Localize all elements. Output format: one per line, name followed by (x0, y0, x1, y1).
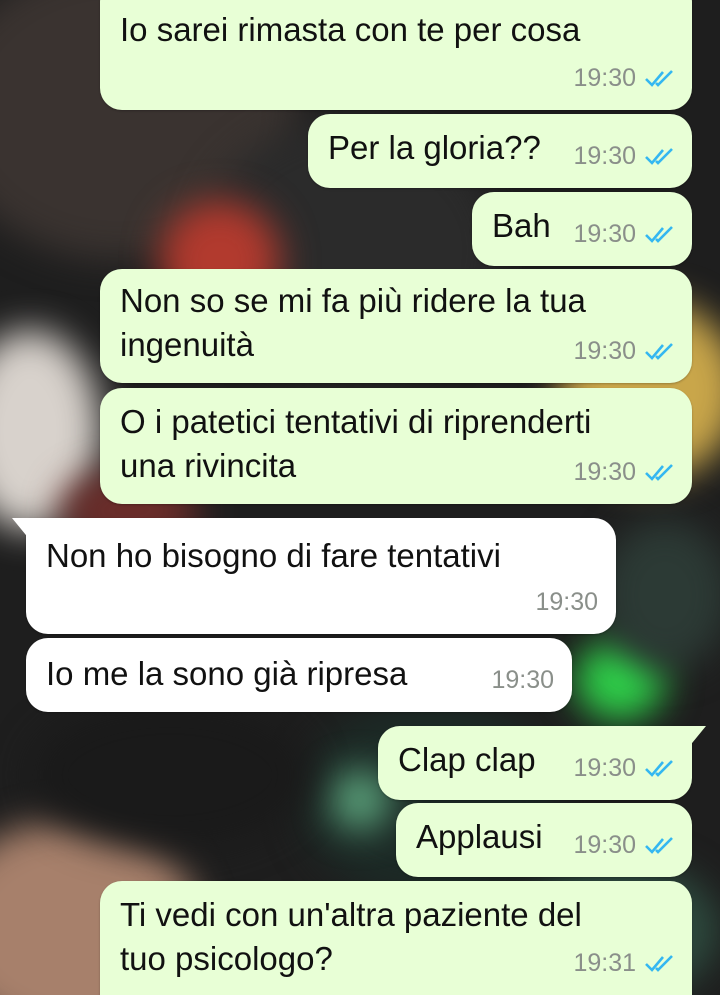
message-time: 19:30 (573, 220, 636, 248)
message-text: Io me la sono già ripresa (46, 655, 408, 692)
message-text: Io sarei rimasta con te per cosa (120, 11, 581, 48)
double-check-read-icon (645, 148, 673, 165)
message-bubble-outgoing[interactable]: Clap clap 19:30 (378, 726, 706, 800)
double-check-read-icon (645, 837, 673, 854)
message-text-line: Ti vedi con un'altra paziente del (120, 896, 582, 933)
message-time: 19:30 (573, 458, 636, 486)
double-check-read-icon (645, 343, 673, 360)
bubble-tail (12, 518, 30, 540)
message-time: 19:30 (573, 142, 636, 170)
message-bubble-outgoing[interactable]: Bah 19:30 (472, 192, 692, 266)
message-meta: 19:30 (573, 329, 676, 373)
double-check-read-icon (645, 760, 673, 777)
bubble-tail (688, 726, 706, 748)
message-meta: 19:30 (535, 580, 598, 624)
message-time: 19:30 (491, 666, 554, 694)
message-bubble-outgoing[interactable]: Ti vedi con un'altra paziente del tuo ps… (100, 881, 692, 995)
message-text-line: Non so se mi fa più ridere la tua (120, 282, 586, 319)
message-bubble-incoming[interactable]: Non ho bisogno di fare tentativi 19:30 (12, 518, 616, 634)
message-time: 19:30 (535, 588, 598, 616)
double-check-read-icon (645, 464, 673, 481)
message-meta: 19:30 (491, 658, 554, 702)
message-text-line: O i patetici tentativi di riprenderti (120, 403, 592, 440)
double-check-read-icon (645, 70, 673, 87)
message-bubble-outgoing[interactable]: Non so se mi fa più ridere la tua ingenu… (100, 269, 692, 383)
message-bubble-outgoing[interactable]: Io sarei rimasta con te per cosa 19:30 (100, 0, 692, 110)
message-bubble-outgoing[interactable]: Per la gloria?? 19:30 (308, 114, 692, 188)
message-meta: 19:30 (573, 450, 676, 494)
message-meta: 19:30 (573, 56, 676, 100)
message-meta: 19:30 (573, 823, 676, 867)
message-bubble-outgoing[interactable]: Applausi 19:30 (396, 803, 692, 877)
message-meta: 19:31 (573, 941, 676, 985)
message-time: 19:30 (573, 337, 636, 365)
message-bubble-outgoing[interactable]: O i patetici tentativi di riprenderti un… (100, 388, 692, 504)
double-check-read-icon (645, 226, 673, 243)
message-meta: 19:30 (573, 134, 676, 178)
message-time: 19:31 (573, 949, 636, 977)
message-time: 19:30 (573, 754, 636, 782)
message-bubble-incoming[interactable]: Io me la sono già ripresa 19:30 (26, 638, 572, 712)
message-meta: 19:30 (573, 212, 676, 256)
double-check-read-icon (645, 955, 673, 972)
message-time: 19:30 (573, 64, 636, 92)
message-meta: 19:30 (573, 746, 676, 790)
message-time: 19:30 (573, 831, 636, 859)
message-text: Non ho bisogno di fare tentativi (46, 537, 501, 574)
